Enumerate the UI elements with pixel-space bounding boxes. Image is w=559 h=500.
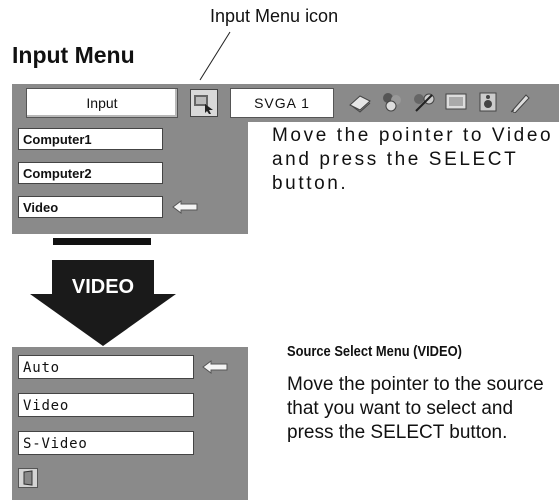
menu-bar: Input SVGA 1 xyxy=(12,84,559,122)
instruction-text-2: Move the pointer to the source that you … xyxy=(287,374,544,443)
sound-icon[interactable] xyxy=(476,91,500,113)
source-select-panel: Auto Video S-Video xyxy=(12,347,248,500)
page-title: Input Menu xyxy=(12,42,135,68)
source-select-heading: Source Select Menu (VIDEO) xyxy=(287,343,462,360)
pointer-arrow-icon xyxy=(202,360,228,374)
input-item-computer2[interactable]: Computer2 xyxy=(18,162,163,184)
input-item-computer1[interactable]: Computer1 xyxy=(18,128,163,150)
input-menu-icon-callout: Input Menu icon xyxy=(210,6,339,26)
input-item-video[interactable]: Video xyxy=(18,196,163,218)
screen-icon[interactable] xyxy=(444,91,468,113)
source-item-s-video[interactable]: S-Video xyxy=(18,431,194,455)
exit-door-icon[interactable] xyxy=(18,468,38,488)
down-arrow-icon xyxy=(30,260,176,346)
pointer-arrow-icon xyxy=(172,200,198,214)
arrow-label: VIDEO xyxy=(71,276,135,298)
source-item-auto[interactable]: Auto xyxy=(18,355,194,379)
arrow-bar xyxy=(53,238,151,245)
image-select-icon[interactable] xyxy=(380,91,404,113)
resolution-display[interactable]: SVGA 1 xyxy=(230,88,334,118)
input-source-panel: Computer1 Computer2 Video xyxy=(12,122,248,234)
input-button[interactable]: Input xyxy=(26,88,178,118)
pc-adjust-icon[interactable] xyxy=(348,91,372,113)
setting-icon[interactable] xyxy=(508,91,532,114)
image-adjust-icon[interactable] xyxy=(412,91,436,113)
input-menu-icon[interactable] xyxy=(190,89,218,117)
source-item-video[interactable]: Video xyxy=(18,393,194,417)
instruction-text-1: Move the pointer to Video and press the … xyxy=(272,125,554,194)
